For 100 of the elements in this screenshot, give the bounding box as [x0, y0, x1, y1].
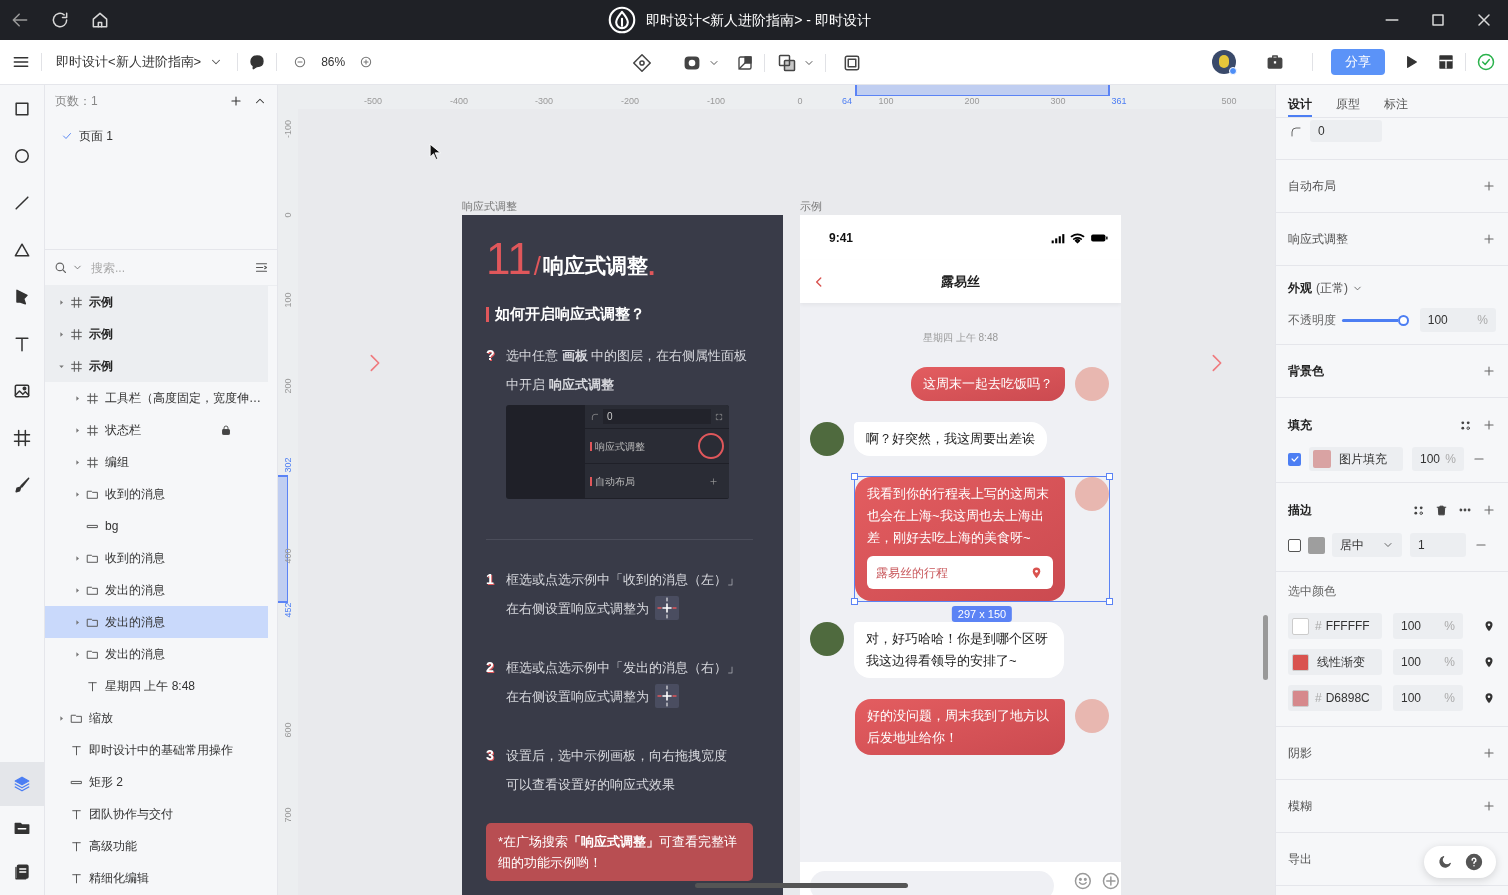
vertical-scrollbar[interactable]: [1263, 615, 1268, 680]
layer-item[interactable]: 发出的消息: [45, 574, 268, 606]
guide-title: 响应式调整: [542, 253, 648, 279]
blend-mode-dropdown[interactable]: 外观 (正常): [1288, 279, 1363, 297]
boolean-button[interactable]: [777, 52, 815, 73]
add-button[interactable]: [1482, 746, 1496, 760]
fill-opacity-field[interactable]: 100 %: [1412, 447, 1464, 471]
layer-item[interactable]: 状态栏: [45, 414, 268, 446]
layer-item[interactable]: 示例: [45, 318, 268, 350]
inspector-tab[interactable]: 标注: [1384, 84, 1408, 117]
layer-item[interactable]: 示例: [45, 286, 268, 318]
add-icon[interactable]: [1101, 871, 1121, 891]
add-icon: [1482, 418, 1496, 432]
step-text: 框选或点选示例中「发出的消息（右）」: [506, 659, 740, 677]
component-button[interactable]: [632, 52, 652, 73]
layer-item[interactable]: 示例: [45, 350, 268, 382]
crop-button[interactable]: [736, 53, 754, 72]
step-marker: 3: [486, 746, 495, 765]
layer-item[interactable]: bg: [45, 510, 268, 542]
frame-icon: [70, 359, 83, 373]
comment-button[interactable]: [248, 53, 267, 71]
color-opacity-field[interactable]: 100 %: [1393, 613, 1463, 639]
color-field[interactable]: 线性渐变: [1288, 649, 1382, 675]
guide-subtitle: 如何开启响应式调整？: [495, 303, 645, 324]
step-text: 设置后，选中示例画板，向右拖拽宽度 可以查看设置好的响应式效果: [506, 747, 727, 794]
step-text: 选中任意 画板 中的图层，在右侧属性面板 中开启 响应式调整: [506, 347, 748, 394]
section-title: 模糊: [1288, 798, 1312, 815]
layer-search-field[interactable]: 搜索...: [91, 258, 241, 277]
page-item[interactable]: 页面 1: [45, 122, 277, 150]
file-name-dropdown[interactable]: 即时设计<新人进阶指南>: [52, 52, 228, 72]
layer-item[interactable]: 矩形 2: [45, 766, 268, 798]
horizontal-scrollbar[interactable]: [695, 883, 908, 888]
layer-item[interactable]: 发出的消息: [45, 638, 268, 670]
layer-item[interactable]: 收到的消息: [45, 478, 268, 510]
zoom-in-button[interactable]: [359, 55, 374, 69]
layer-item[interactable]: 即时设计中的基础常用操作: [45, 734, 268, 766]
layer-item[interactable]: 精细化编辑: [45, 862, 268, 894]
zoom-out-button[interactable]: [293, 55, 308, 69]
styles-button[interactable]: [1412, 503, 1425, 517]
section-title: 阴影: [1288, 745, 1312, 762]
user-avatar[interactable]: [1212, 50, 1236, 74]
stroke-align-dropdown[interactable]: 居中: [1332, 533, 1402, 557]
layer-item[interactable]: 星期四 上午 8:48: [45, 670, 268, 702]
message-input[interactable]: [810, 871, 1054, 895]
lock-icon[interactable]: [220, 424, 232, 436]
home-icon[interactable]: [90, 10, 110, 30]
location-title: 露易丝的行程: [876, 564, 948, 582]
add-icon: [709, 476, 718, 486]
color-field[interactable]: # D6898C: [1288, 685, 1382, 711]
add-page-button[interactable]: [229, 94, 243, 108]
avatar: [1075, 367, 1109, 401]
layer-item[interactable]: 收到的消息: [45, 542, 268, 574]
zoom-out-icon: [293, 55, 308, 69]
add-button[interactable]: [1482, 364, 1496, 378]
reload-icon[interactable]: [50, 10, 70, 30]
section-title: 填充: [1288, 417, 1312, 434]
layout-button[interactable]: [1437, 53, 1455, 71]
add-button[interactable]: [1482, 232, 1496, 246]
stroke-width-field[interactable]: 1: [1410, 533, 1466, 557]
checkbox[interactable]: [1288, 452, 1301, 466]
color-field[interactable]: # FFFFFF: [1288, 613, 1382, 639]
add-button[interactable]: [1482, 179, 1496, 193]
emoji-icon[interactable]: [1072, 871, 1093, 891]
fill-type-field[interactable]: 图片填充: [1309, 447, 1403, 471]
add-button[interactable]: [1482, 418, 1496, 432]
comment-icon: [248, 53, 267, 71]
layers-icon: [13, 775, 31, 793]
opacity-field[interactable]: 100 %: [1419, 308, 1496, 332]
checkbox[interactable]: [1288, 538, 1301, 552]
help-button[interactable]: [1465, 853, 1483, 871]
layer-item[interactable]: 高级功能: [45, 830, 268, 862]
message-text: 我看到你的行程表上写的这周末也会在上海~我这周也去上海出差，刚好去吃上海的美食呀~: [867, 485, 1050, 547]
ruler-label: 100: [282, 291, 294, 310]
color-opacity-field[interactable]: 100 %: [1393, 685, 1463, 711]
frame-label[interactable]: 示例: [800, 198, 822, 215]
slider-thumb[interactable]: [1397, 314, 1409, 326]
stroke-color-swatch[interactable]: [1308, 536, 1325, 554]
layer-item[interactable]: 发出的消息: [45, 606, 268, 638]
color-opacity-field[interactable]: 100 %: [1393, 649, 1463, 675]
message-text: 对，好巧哈哈！你是到哪个区呀我这边得看领导的安排了~: [866, 630, 1049, 670]
styles-button[interactable]: [1459, 418, 1472, 432]
add-button[interactable]: [1482, 503, 1496, 517]
delete-button[interactable]: [1435, 503, 1448, 517]
dark-mode-button[interactable]: [1437, 854, 1453, 870]
layer-item[interactable]: 编组: [45, 446, 268, 478]
frame-label[interactable]: 响应式调整: [462, 198, 517, 215]
save-status-button[interactable]: [1476, 52, 1496, 72]
layer-item[interactable]: 工具栏（高度固定，宽度伸…: [45, 382, 268, 414]
layer-item[interactable]: 缩放: [45, 702, 268, 734]
corner-radius-field[interactable]: 0: [1310, 120, 1382, 142]
add-button[interactable]: [1482, 799, 1496, 813]
layer-item[interactable]: 团队协作与交付: [45, 798, 268, 830]
plugins-button[interactable]: [1266, 53, 1284, 71]
avatar: [810, 422, 844, 456]
layer-filter-button[interactable]: [254, 260, 269, 275]
inspector-tab[interactable]: 原型: [1336, 84, 1360, 117]
corner-radius-icon: [1290, 126, 1302, 138]
zoom-level[interactable]: 86%: [321, 53, 346, 71]
opacity-slider[interactable]: [1341, 314, 1409, 326]
inspector-tab[interactable]: 设计: [1288, 84, 1312, 117]
